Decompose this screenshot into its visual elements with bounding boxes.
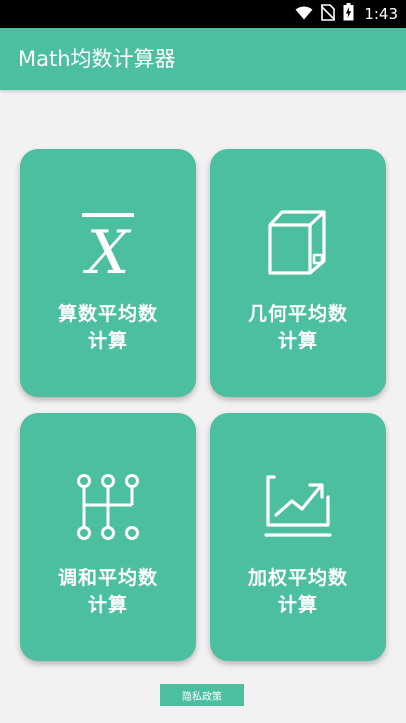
x-bar-icon: X <box>72 207 144 288</box>
battery-charging-icon <box>343 3 354 25</box>
no-sim-icon <box>320 3 336 25</box>
harmonic-mean-label: 调和平均数 计算 <box>57 567 158 616</box>
trend-chart-icon <box>262 471 334 543</box>
app-bar: Math均数计算器 <box>0 28 406 90</box>
wifi-icon <box>295 5 313 24</box>
svg-text:X: X <box>83 218 132 279</box>
weighted-mean-card[interactable]: 加权平均数 计算 <box>210 413 386 661</box>
privacy-policy-button[interactable]: 隐私政策 <box>160 684 244 706</box>
app-title: Math均数计算器 <box>18 47 176 71</box>
geometric-mean-label: 几何平均数 计算 <box>247 303 348 352</box>
status-bar: 1:43 <box>0 0 406 28</box>
status-time: 1:43 <box>364 5 398 23</box>
weighted-mean-label: 加权平均数 计算 <box>247 567 348 616</box>
geometric-mean-card[interactable]: 几何平均数 计算 <box>210 149 386 397</box>
arithmetic-mean-label: 算数平均数 计算 <box>57 303 158 352</box>
arithmetic-mean-card[interactable]: X 算数平均数 计算 <box>20 149 196 397</box>
cube-icon <box>262 207 334 279</box>
gear-shift-icon <box>72 471 144 543</box>
harmonic-mean-card[interactable]: 调和平均数 计算 <box>20 413 196 661</box>
